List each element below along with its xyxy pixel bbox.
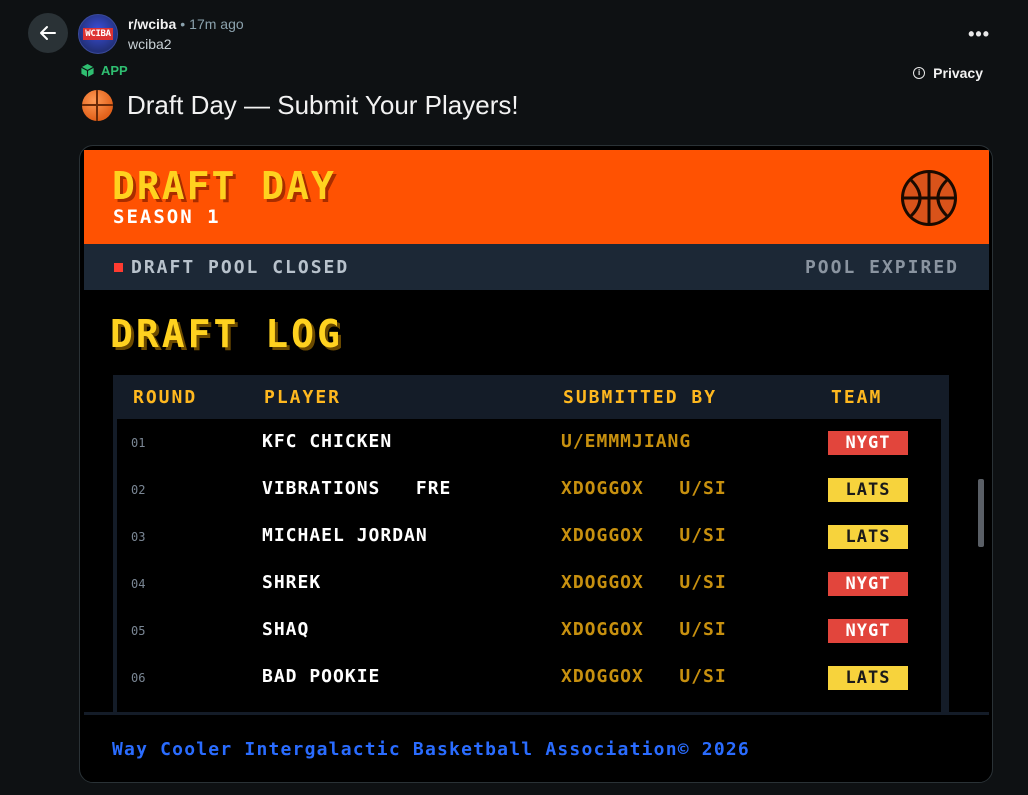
table-row: 03 MICHAEL JORDAN XDOGGOX U/SI LATS bbox=[117, 513, 941, 560]
post-title: Draft Day — Submit Your Players! bbox=[82, 90, 519, 121]
avatar-text: WCIBA bbox=[83, 28, 113, 40]
table-row: 06 BAD POOKIE XDOGGOX U/SI LATS bbox=[117, 654, 941, 701]
app-frame: DRAFT DAY SEASON 1 DRAFT POOL CLOSED POO… bbox=[79, 145, 993, 783]
team-badge: NYGT bbox=[828, 572, 908, 596]
submitted-by-cell[interactable]: U/EMMMJIANG bbox=[561, 431, 749, 452]
subreddit-name[interactable]: r/wciba bbox=[128, 16, 176, 32]
post-title-text: Draft Day — Submit Your Players! bbox=[127, 90, 519, 120]
table-body[interactable]: 01 KFC CHICKEN U/EMMMJIANG NYGT 02 VIBRATIONS… bbox=[117, 419, 941, 715]
pool-status: DRAFT POOL CLOSED bbox=[114, 257, 349, 278]
submitted-by-cell[interactable]: XDOGGOX U/SI bbox=[561, 525, 749, 546]
round-cell: 05 bbox=[131, 624, 146, 638]
player-cell: MICHAEL JORDAN bbox=[262, 525, 428, 546]
team-badge: NYGT bbox=[828, 431, 908, 455]
team-badge: LATS bbox=[828, 525, 908, 549]
round-cell: 04 bbox=[131, 577, 146, 591]
draft-log-title: DRAFT LOG bbox=[110, 312, 343, 356]
table-row: 04 SHREK XDOGGOX U/SI NYGT bbox=[117, 560, 941, 607]
cube-icon bbox=[81, 63, 94, 78]
subreddit-avatar[interactable]: WCIBA bbox=[78, 14, 118, 54]
author-name[interactable]: wciba2 bbox=[128, 36, 172, 52]
app-badge: APP bbox=[80, 63, 128, 78]
round-cell: 03 bbox=[131, 530, 146, 544]
header-submitted-by: SUBMITTED BY bbox=[563, 387, 718, 408]
pool-expired-label: POOL EXPIRED bbox=[804, 256, 959, 278]
scrollbar[interactable] bbox=[978, 479, 984, 547]
more-options-button[interactable]: ••• bbox=[968, 24, 990, 45]
basketball-icon bbox=[82, 90, 113, 121]
separator: • bbox=[180, 16, 186, 32]
banner-title: DRAFT DAY bbox=[112, 164, 336, 208]
round-cell: 01 bbox=[131, 436, 146, 450]
info-icon: i bbox=[913, 67, 926, 79]
back-button[interactable] bbox=[28, 13, 68, 53]
player-cell: KFC CHICKEN bbox=[262, 431, 393, 452]
submitted-by-cell[interactable]: XDOGGOX U/SI bbox=[561, 666, 749, 687]
draft-table: ROUND PLAYER SUBMITTED BY TEAM 01 KFC CHI… bbox=[113, 375, 949, 715]
status-indicator bbox=[114, 262, 123, 272]
player-cell: SHREK bbox=[262, 572, 322, 593]
banner-season: SEASON 1 bbox=[113, 206, 221, 228]
table-row: 05 SHAQ XDOGGOX U/SI NYGT bbox=[117, 607, 941, 654]
round-cell: 06 bbox=[131, 671, 146, 685]
table-header: ROUND PLAYER SUBMITTED BY TEAM bbox=[113, 375, 949, 419]
post-time: 17m ago bbox=[189, 16, 244, 32]
header-player: PLAYER bbox=[264, 387, 342, 408]
arrow-left-icon bbox=[40, 26, 56, 40]
header-team: TEAM bbox=[831, 387, 883, 408]
pixel-basketball-icon bbox=[901, 170, 957, 226]
footer: Way Cooler Intergalactic Basketball Asso… bbox=[84, 712, 989, 782]
player-cell: SHAQ bbox=[262, 619, 310, 640]
team-badge: NYGT bbox=[828, 619, 908, 643]
app-badge-label: APP bbox=[101, 63, 128, 78]
subreddit-line: r/wciba • 17m ago bbox=[128, 16, 244, 32]
banner: DRAFT DAY SEASON 1 bbox=[84, 150, 989, 244]
table-row: 02 VIBRATIONS FRE XDOGGOX U/SI LATS bbox=[117, 466, 941, 513]
privacy-label: Privacy bbox=[933, 65, 983, 81]
submitted-by-cell[interactable]: XDOGGOX U/SI bbox=[561, 478, 749, 499]
status-bar: DRAFT POOL CLOSED POOL EXPIRED bbox=[84, 244, 989, 290]
pool-status-text: DRAFT POOL CLOSED bbox=[131, 256, 350, 278]
header-round: ROUND bbox=[133, 387, 198, 408]
round-cell: 02 bbox=[131, 483, 146, 497]
team-badge: LATS bbox=[828, 666, 908, 690]
footer-text: Way Cooler Intergalactic Basketball Asso… bbox=[112, 739, 750, 760]
privacy-link[interactable]: i Privacy bbox=[913, 65, 983, 81]
submitted-by-cell[interactable]: XDOGGOX U/SI bbox=[561, 619, 749, 640]
team-badge: LATS bbox=[828, 478, 908, 502]
player-cell: BAD POOKIE bbox=[262, 666, 381, 687]
table-row: 01 KFC CHICKEN U/EMMMJIANG NYGT bbox=[117, 419, 941, 466]
player-cell: VIBRATIONS FRE bbox=[262, 478, 452, 499]
submitted-by-cell[interactable]: XDOGGOX U/SI bbox=[561, 572, 749, 593]
